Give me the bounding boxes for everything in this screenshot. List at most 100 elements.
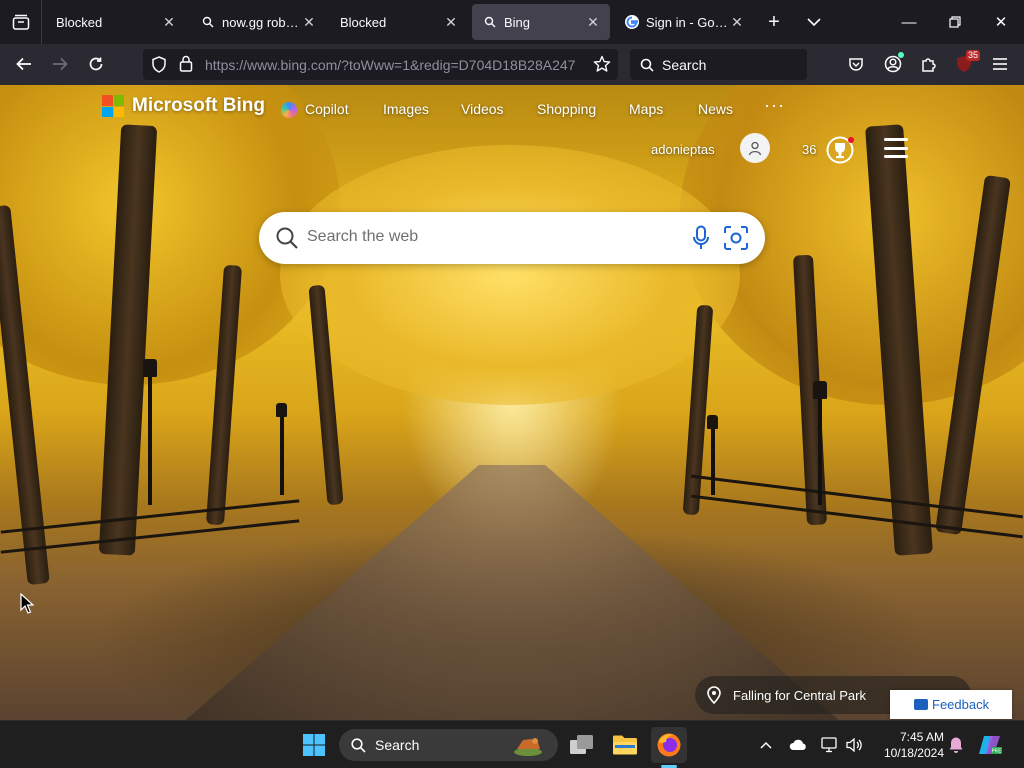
bing-brand[interactable]: Microsoft Bing xyxy=(132,95,265,117)
pocket-icon xyxy=(849,58,863,71)
rewards-trophy-icon[interactable] xyxy=(824,135,856,165)
firefox-taskbar-button[interactable] xyxy=(651,727,687,763)
tab-bing[interactable]: Bing ✕ xyxy=(472,4,610,40)
taskbar-search[interactable]: Search xyxy=(339,729,558,761)
firefox-icon xyxy=(657,733,681,757)
minimize-icon: — xyxy=(901,13,917,31)
tab-close-icon[interactable]: ✕ xyxy=(728,13,746,31)
list-all-tabs-button[interactable] xyxy=(794,4,834,40)
logo-blue xyxy=(102,106,113,117)
tab-google-signin[interactable]: Sign in - Google ✕ xyxy=(614,4,754,40)
reload-icon xyxy=(89,57,103,71)
windows-taskbar: Search 7:45 AM 10/18/2024 PRE xyxy=(0,720,1024,768)
more-nav-button[interactable]: ··· xyxy=(764,95,785,116)
file-explorer-button[interactable] xyxy=(607,727,643,763)
taskbar-search-label: Search xyxy=(375,737,420,753)
sync-dot xyxy=(898,52,904,58)
back-button[interactable] xyxy=(6,48,42,80)
close-window-button[interactable]: ✕ xyxy=(978,0,1024,44)
copilot-icon[interactable] xyxy=(281,102,297,118)
task-view-button[interactable] xyxy=(564,727,600,763)
account-button[interactable] xyxy=(877,48,909,80)
nav-maps[interactable]: Maps xyxy=(629,101,663,117)
bing-header: Microsoft Bing Copilot Images Videos Sho… xyxy=(0,85,1024,164)
shield-icon[interactable] xyxy=(151,56,167,78)
url-text[interactable]: https://www.bing.com/?toWww=1&redig=D704… xyxy=(205,57,585,73)
settings-menu-button[interactable] xyxy=(884,138,908,158)
tab-list-button[interactable] xyxy=(0,0,42,44)
microsoft-logo-icon[interactable] xyxy=(102,95,124,117)
restore-button[interactable] xyxy=(932,0,978,44)
tab-nowgg[interactable]: now.gg roblox - ✕ xyxy=(190,4,326,40)
show-hidden-icons-button[interactable] xyxy=(752,731,780,759)
tab-label: Bing xyxy=(504,14,531,30)
bookmark-star-icon[interactable] xyxy=(593,55,611,78)
tab-close-icon[interactable]: ✕ xyxy=(442,13,460,31)
ublock-extension-button[interactable]: 35 xyxy=(948,48,980,80)
reload-button[interactable] xyxy=(78,48,114,80)
tab-strip: Blocked ✕ now.gg roblox - ✕ Blocked ✕ Bi… xyxy=(0,0,1024,44)
location-pin-icon xyxy=(707,686,721,704)
url-bar[interactable]: https://www.bing.com/?toWww=1&redig=D704… xyxy=(143,49,618,80)
system-clock[interactable]: 7:45 AM 10/18/2024 xyxy=(872,729,944,761)
microphone-icon[interactable] xyxy=(692,225,710,256)
browser-search-box[interactable]: Search xyxy=(630,49,807,80)
tab-list-icon xyxy=(12,14,29,30)
pocket-button[interactable] xyxy=(840,48,872,80)
speaker-icon xyxy=(846,737,862,753)
caption-text: Falling for Central Park xyxy=(733,687,866,703)
lock-icon[interactable] xyxy=(179,55,193,77)
navigation-toolbar: https://www.bing.com/?toWww=1&redig=D704… xyxy=(0,44,1024,85)
logo-green xyxy=(113,95,124,106)
feedback-icon xyxy=(914,699,928,710)
tab-close-icon[interactable]: ✕ xyxy=(160,13,178,31)
search-highlight-icon xyxy=(514,738,542,756)
onedrive-button[interactable] xyxy=(784,731,812,759)
search-placeholder[interactable]: Search the web xyxy=(307,228,418,246)
start-button[interactable] xyxy=(296,727,332,763)
visual-search-icon[interactable] xyxy=(723,225,749,256)
feedback-label: Feedback xyxy=(932,697,990,712)
bing-search-box[interactable]: Search the web xyxy=(259,212,765,264)
search-favicon-icon xyxy=(200,14,216,30)
search-icon xyxy=(276,227,298,249)
plus-icon: + xyxy=(768,10,780,33)
hamburger-line xyxy=(884,138,908,141)
folder-icon xyxy=(613,735,637,755)
clock-date: 10/18/2024 xyxy=(883,746,944,760)
new-tab-button[interactable]: + xyxy=(754,4,794,40)
nav-news[interactable]: News xyxy=(698,101,733,117)
nav-videos[interactable]: Videos xyxy=(461,101,504,117)
notifications-button[interactable] xyxy=(942,731,970,759)
minimize-button[interactable]: — xyxy=(886,0,932,44)
forward-button[interactable] xyxy=(42,48,78,80)
user-name[interactable]: adonieptas xyxy=(651,142,715,157)
copilot-taskbar-icon: PRE xyxy=(979,736,1002,755)
background-image xyxy=(0,85,1024,720)
volume-button[interactable] xyxy=(840,731,868,759)
copilot-taskbar-button[interactable]: PRE xyxy=(976,731,1004,759)
tab-blocked-1[interactable]: Blocked ✕ xyxy=(46,4,186,40)
tab-close-icon[interactable]: ✕ xyxy=(300,13,318,31)
avatar[interactable] xyxy=(740,133,770,163)
nav-images[interactable]: Images xyxy=(383,101,429,117)
hamburger-line xyxy=(884,155,908,158)
hamburger-line xyxy=(884,146,908,150)
rewards-points[interactable]: 36 xyxy=(802,142,816,157)
back-arrow-icon xyxy=(16,57,31,71)
cloud-icon xyxy=(789,739,806,750)
logo-yellow xyxy=(113,106,124,117)
chevron-up-icon xyxy=(760,741,772,749)
tab-close-icon[interactable]: ✕ xyxy=(584,13,602,31)
search-icon xyxy=(640,58,654,72)
app-menu-button[interactable] xyxy=(984,48,1016,80)
tab-blocked-2[interactable]: Blocked ✕ xyxy=(330,4,468,40)
puzzle-icon xyxy=(922,58,936,72)
nav-shopping[interactable]: Shopping xyxy=(537,101,596,117)
task-view-icon xyxy=(570,735,593,754)
svg-text:PRE: PRE xyxy=(992,749,1002,755)
extensions-button[interactable] xyxy=(913,48,945,80)
nav-copilot[interactable]: Copilot xyxy=(305,101,349,117)
feedback-button[interactable]: Feedback xyxy=(890,690,1012,719)
network-icon xyxy=(821,737,837,753)
